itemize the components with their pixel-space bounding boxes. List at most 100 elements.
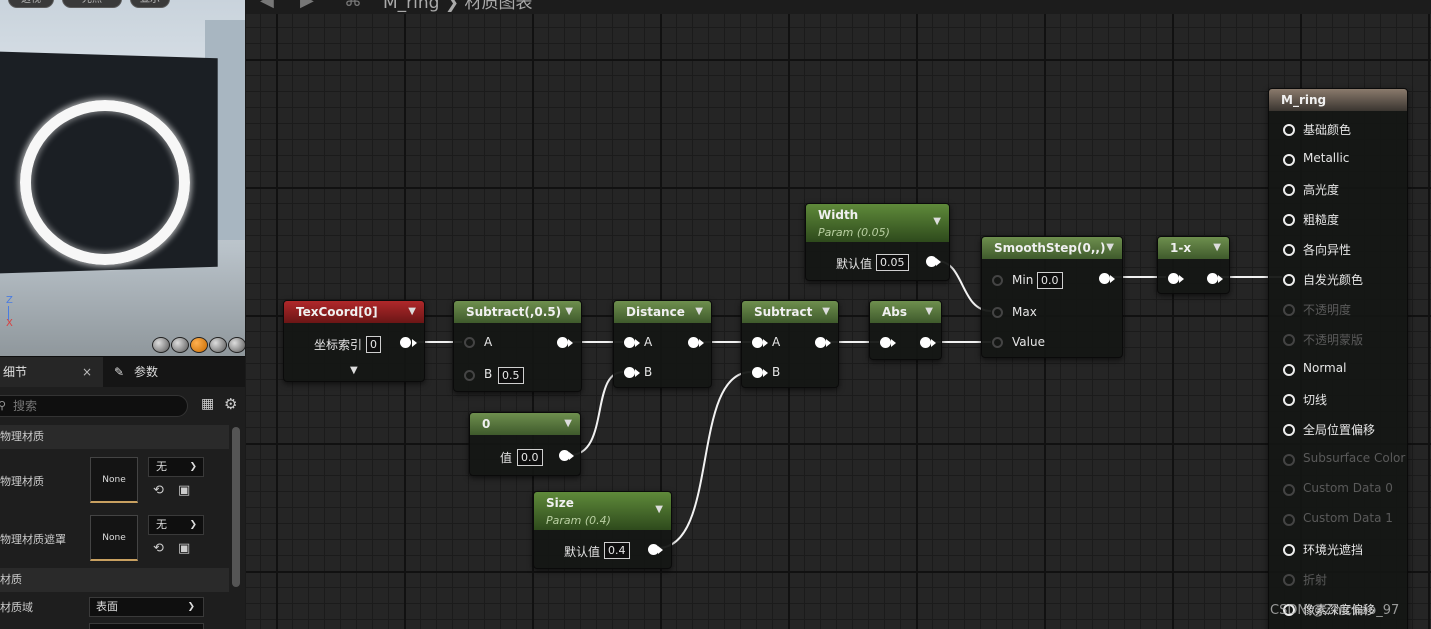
min-value-field[interactable]: 0.0 (1037, 272, 1063, 289)
browse-folder-icon[interactable]: ▣ (178, 483, 190, 498)
input-pin[interactable] (1283, 334, 1295, 346)
property-row-phys-mask: 物理材质遮罩 None 无 ❯ ⟲ ▣ (0, 509, 229, 567)
output-pin[interactable] (557, 337, 568, 348)
input-pin[interactable] (1283, 364, 1295, 376)
node-one-minus[interactable]: 1-x ▼ (1157, 236, 1230, 294)
details-search-input[interactable]: 搜索 (0, 395, 188, 417)
blend-mode-dropdown[interactable] (89, 623, 204, 629)
input-pin-b[interactable] (464, 370, 475, 381)
node-subtract[interactable]: Subtract ▼ A B (741, 300, 839, 388)
pin-label: B (772, 365, 781, 379)
node-title: Subtract(,0.5) (466, 305, 562, 319)
arrow-left-icon[interactable]: ◀ (260, 0, 274, 11)
viewport-perspective-button[interactable]: 透视 (8, 0, 54, 8)
cube-preview-icon[interactable] (209, 337, 227, 353)
input-pin[interactable] (1283, 394, 1295, 406)
input-pin-a[interactable] (464, 337, 475, 348)
category-physical-material[interactable]: 物理材质 (0, 425, 229, 449)
input-pin-min[interactable] (992, 275, 1003, 286)
preview-ring (20, 100, 190, 265)
node-width-param[interactable]: Width Param (0.05) ▼ 默认值 0.05 (805, 203, 950, 281)
node-title: 1-x (1170, 241, 1192, 255)
pin-label: 值 (500, 451, 513, 465)
cylinder-preview-icon[interactable] (152, 337, 170, 353)
input-pin[interactable] (1168, 273, 1179, 284)
input-pin[interactable] (1283, 184, 1295, 196)
asset-thumbnail[interactable]: None (90, 515, 138, 561)
input-pin[interactable] (1283, 484, 1295, 496)
output-arrow-icon (568, 339, 573, 347)
use-selected-icon[interactable]: ⟲ (153, 483, 164, 498)
material-preview-viewport[interactable]: 透视 光照 显示 Z X (0, 0, 245, 356)
output-pin[interactable] (1099, 273, 1110, 284)
input-pin[interactable] (1283, 514, 1295, 526)
input-pin[interactable] (880, 337, 891, 348)
grid-view-icon[interactable]: ▦ (201, 396, 214, 412)
input-pin-b[interactable] (624, 367, 635, 378)
constant-value-field[interactable]: 0.0 (517, 449, 543, 466)
asset-picker-combo[interactable]: 无 ❯ (148, 515, 204, 535)
node-texcoord[interactable]: TexCoord[0] ▼ 坐标索引 0 ▼ (283, 300, 425, 382)
input-pin-value[interactable] (992, 337, 1003, 348)
node-constant-zero[interactable]: 0 ▼ 值 0.0 (469, 412, 581, 476)
viewport-show-button[interactable]: 显示 (130, 0, 170, 8)
browse-folder-icon[interactable]: ▣ (178, 541, 190, 556)
input-arrow-icon (891, 339, 896, 347)
gear-icon[interactable]: ⚙ (224, 395, 237, 413)
input-pin-b[interactable] (752, 367, 763, 378)
node-smoothstep[interactable]: SmoothStep(0,,) ▼ Min 0.0 Max Value (981, 236, 1123, 358)
input-pin[interactable] (1283, 244, 1295, 256)
output-pin[interactable] (688, 337, 699, 348)
plane-preview-icon[interactable] (190, 337, 208, 353)
default-value-field[interactable]: 0.4 (604, 542, 630, 559)
input-pin-a[interactable] (624, 337, 635, 348)
chevron-down-icon: ▼ (1213, 242, 1221, 253)
node-distance[interactable]: Distance ▼ A B (613, 300, 712, 388)
tab-close-icon[interactable]: × (82, 357, 92, 387)
input-pin[interactable] (1283, 214, 1295, 226)
arrow-right-icon[interactable]: ▶ (300, 0, 314, 11)
input-pin[interactable] (1283, 454, 1295, 466)
node-header: SmoothStep(0,,) ▼ (982, 237, 1122, 259)
input-pin[interactable] (1283, 574, 1295, 586)
b-value-field[interactable]: 0.5 (498, 367, 524, 384)
output-pin[interactable] (815, 337, 826, 348)
output-pin-label: 粗糙度 (1303, 213, 1340, 227)
teapot-preview-icon[interactable] (228, 337, 245, 353)
input-arrow-icon (1179, 275, 1184, 283)
asset-thumbnail[interactable]: None (90, 457, 138, 503)
output-pin[interactable] (1207, 273, 1218, 284)
input-pin-a[interactable] (752, 337, 763, 348)
node-title: Width (818, 208, 859, 222)
node-header: Abs ▼ (870, 301, 941, 323)
input-pin-max[interactable] (992, 307, 1003, 318)
output-pin[interactable] (920, 337, 931, 348)
input-pin[interactable] (1283, 154, 1295, 166)
input-pin[interactable] (1283, 274, 1295, 286)
input-pin[interactable] (1283, 544, 1295, 556)
output-arrow-icon (569, 452, 574, 460)
combo-value: 无 (156, 460, 167, 473)
node-subtract-half[interactable]: Subtract(,0.5) ▼ A B 0.5 (453, 300, 582, 392)
expand-chevron-icon[interactable]: ▼ (350, 365, 358, 376)
output-pin[interactable] (400, 337, 411, 348)
details-scrollbar[interactable] (232, 427, 240, 587)
use-selected-icon[interactable]: ⟲ (153, 541, 164, 556)
coordinate-index-field[interactable]: 0 (366, 336, 381, 353)
input-pin[interactable] (1283, 304, 1295, 316)
graph-icon: ⌘ (344, 0, 362, 11)
tab-parameters[interactable]: ✎ 参数 (112, 357, 158, 387)
node-header: Width Param (0.05) ▼ (806, 204, 949, 242)
default-value-field[interactable]: 0.05 (876, 254, 909, 271)
node-material-output[interactable]: M_ring 基础颜色 Metallic 高光度 粗糙度 各向异性 自发光颜色 不透明度 不透… (1268, 88, 1408, 629)
category-material[interactable]: 材质 (0, 568, 229, 592)
node-size-param[interactable]: Size Param (0.4) ▼ 默认值 0.4 (533, 491, 672, 569)
node-abs[interactable]: Abs ▼ (869, 300, 942, 360)
input-pin[interactable] (1283, 424, 1295, 436)
sphere-preview-icon[interactable] (171, 337, 189, 353)
material-domain-dropdown[interactable]: 表面 ❯ (89, 597, 204, 617)
asset-picker-combo[interactable]: 无 ❯ (148, 457, 204, 477)
input-pin[interactable] (1283, 124, 1295, 136)
viewport-lighting-button[interactable]: 光照 (62, 0, 122, 8)
output-pin-label: 不透明度 (1303, 303, 1352, 317)
